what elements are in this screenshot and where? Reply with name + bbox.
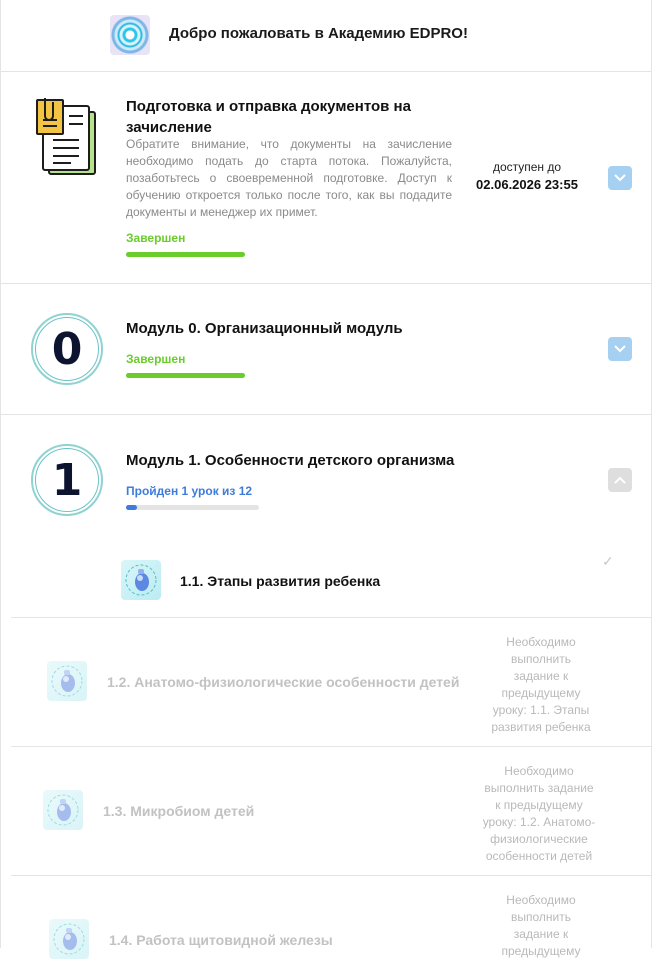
requirement-line: уроку: 1.1. Этапы [492,703,590,717]
documents-progress-bar [126,252,245,257]
lesson-icon [43,790,83,830]
requirement-line: Необходимо [506,893,576,907]
welcome-header: Добро пожаловать в Академию EDPRO! [1,0,651,72]
lesson-1-1[interactable]: 1.1. Этапы развития ребенка ✓ [11,540,651,618]
module-0-progress-fill [126,373,245,378]
lesson-title: 1.2. Анатомо-физиологические особенности… [107,674,460,690]
availability-date: 02.06.2026 23:55 [476,177,578,192]
academy-logo-icon [110,15,150,55]
requirement-line: развития ребенка [491,720,591,734]
lesson-requirement: Необходимо выполнить задание к предыдуще… [481,892,601,960]
lesson-1-4[interactable]: 1.4. Работа щитовидной железы Необходимо… [11,876,651,966]
documents-title-line1: Подготовка и отправка документов на [126,98,411,115]
module-1-progress-bar [126,505,259,510]
requirement-line: предыдущему [501,944,581,958]
lesson-title: 1.3. Микробиом детей [103,803,255,819]
collapse-module-1-button[interactable] [608,468,632,492]
chevron-down-icon [614,345,626,353]
requirement-line: выполнить задание [484,781,594,795]
module-0-title: Модуль 0. Организационный модуль [126,320,403,337]
lesson-requirement: Необходимо выполнить задание к предыдуще… [479,763,599,865]
requirement-line: задание к [513,669,569,683]
module-0-number: 0 [35,317,99,381]
module-0-status: Завершен [126,352,186,366]
lesson-icon [121,560,161,600]
lesson-icon [49,919,89,959]
lesson-requirement: Необходимо выполнить задание к предыдуще… [481,634,601,736]
module-1-title: Модуль 1. Особенности детского организма [126,452,455,469]
module-1-number: 1 [35,448,99,512]
requirement-line: выполнить [511,910,571,924]
documents-title: Подготовка и отправка документов на зачи… [126,96,411,138]
requirement-line: Необходимо [504,764,574,778]
requirement-line: особенности детей [485,849,593,863]
documents-section[interactable]: Подготовка и отправка документов на зачи… [1,72,651,284]
lesson-icon [47,661,87,701]
module-1-progress-text: Пройден 1 урок из 12 [126,484,253,498]
chevron-up-icon [614,476,626,484]
lesson-title: 1.4. Работа щитовидной железы [109,932,333,948]
requirement-line: уроку: 1.2. Анатомо- [482,815,596,829]
lesson-1-2[interactable]: 1.2. Анатомо-физиологические особенности… [11,618,651,747]
welcome-title: Добро пожаловать в Академию EDPRO! [169,25,468,42]
expand-documents-button[interactable] [608,166,632,190]
requirement-line: к предыдущему [495,798,583,812]
check-icon: ✓ [602,553,614,569]
expand-module-0-button[interactable] [608,337,632,361]
documents-title-line2: зачисление [126,119,212,136]
module-0-section[interactable]: 0 Модуль 0. Организационный модуль Завер… [1,284,651,415]
documents-icon [36,98,96,175]
requirement-line: предыдущему [501,686,581,700]
requirement-line: физиологические [490,832,588,846]
module-0-progress-bar [126,373,245,378]
module-1-number-badge: 1 [31,444,103,516]
documents-progress-fill [126,252,245,257]
requirement-line: задание к [513,927,569,941]
requirement-line: выполнить [511,652,571,666]
requirement-line: Необходимо [506,635,576,649]
lesson-title: 1.1. Этапы развития ребенка [180,573,381,589]
documents-status: Завершен [126,231,186,245]
chevron-down-icon [614,174,626,182]
module-1-progress-fill [126,505,138,510]
course-page: Добро пожаловать в Академию EDPRO! Подго… [0,0,652,959]
documents-description: Обратите внимание, что документы на зачи… [126,137,452,219]
availability-label: доступен до [492,160,562,174]
availability: доступен до 02.06.2026 23:55 [467,160,587,192]
module-0-number-badge: 0 [31,313,103,385]
lesson-1-3[interactable]: 1.3. Микробиом детей Необходимо выполнит… [11,747,651,876]
